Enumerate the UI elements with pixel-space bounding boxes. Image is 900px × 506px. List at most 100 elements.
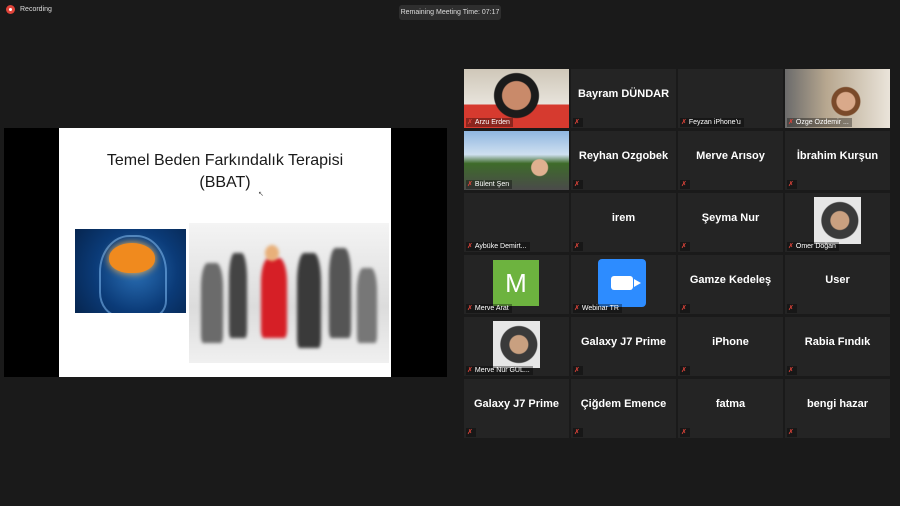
participant-tile[interactable]: Gamze Kedeleş ✗ <box>678 255 783 314</box>
participant-display-name: İbrahim Kurşun <box>796 149 879 162</box>
slide-title: Temel Beden Farkındalık Terapisi (BBAT) <box>59 150 391 194</box>
participant-tile[interactable]: ✗ Ömer Doğan <box>785 193 890 252</box>
participant-name: Özge Özdemir ... <box>795 119 849 126</box>
participant-name: Arzu Erden <box>474 119 510 126</box>
participant-tile[interactable]: fatma ✗ <box>678 379 783 438</box>
muted-mic-icon: ✗ <box>574 305 580 312</box>
participant-tile[interactable]: ✗ Aybüke Demirt... <box>464 193 569 252</box>
participant-display-name: Galaxy J7 Prime <box>473 397 559 410</box>
participant-avatar <box>814 197 861 244</box>
participant-name: Merve Nur GÜL... <box>474 367 530 374</box>
recording-label: Recording <box>20 6 52 13</box>
muted-mic-icon: ✗ <box>574 367 580 374</box>
participant-label: ✗ Merve Nur GÜL... <box>466 366 533 375</box>
recording-indicator[interactable]: Recording <box>6 5 52 14</box>
muted-mic-icon: ✗ <box>681 119 687 126</box>
muted-mic-icon: ✗ <box>788 367 794 374</box>
participant-tile[interactable]: Galaxy J7 Prime ✗ <box>464 379 569 438</box>
mouse-cursor-icon: ↖ <box>258 191 264 198</box>
participant-name: Aybüke Demirt... <box>474 243 527 250</box>
participant-tile[interactable]: M ✗ Merve Arat <box>464 255 569 314</box>
participant-avatar: M <box>493 260 539 306</box>
participant-display-name: Şeyma Nur <box>701 211 760 224</box>
participant-label: ✗ <box>680 242 690 251</box>
muted-mic-icon: ✗ <box>788 429 794 436</box>
muted-mic-icon: ✗ <box>788 181 794 188</box>
participant-tile[interactable]: ✗ Özge Özdemir ... <box>785 69 890 128</box>
participant-tile[interactable]: Rabia Fındık ✗ <box>785 317 890 376</box>
participant-display-name: bengi hazar <box>806 397 869 410</box>
participant-tile[interactable]: ✗ Bülent Şen <box>464 131 569 190</box>
participant-label: ✗ Ömer Doğan <box>787 242 839 251</box>
participant-name: Bülent Şen <box>474 181 510 188</box>
participant-gallery: ✗ Arzu Erden Bayram DÜNDAR ✗ ✗ Feyzan iPhone'… <box>464 69 890 438</box>
participant-label: ✗ <box>787 428 797 437</box>
participant-label: ✗ <box>573 366 583 375</box>
participant-display-name: User <box>825 273 850 286</box>
muted-mic-icon: ✗ <box>467 305 473 312</box>
muted-mic-icon: ✗ <box>681 429 687 436</box>
participant-tile[interactable]: ✗ Feyzan iPhone'u <box>678 69 783 128</box>
muted-mic-icon: ✗ <box>574 119 580 126</box>
participant-display-name: Rabia Fındık <box>804 335 871 348</box>
participant-display-name: Galaxy J7 Prime <box>580 335 666 348</box>
participant-tile[interactable]: ✗ Merve Nur GÜL... <box>464 317 569 376</box>
participant-label: ✗ <box>680 428 690 437</box>
muted-mic-icon: ✗ <box>574 429 580 436</box>
muted-mic-icon: ✗ <box>681 181 687 188</box>
participant-display-name: Çiğdem Emence <box>580 397 667 410</box>
participant-label: ✗ <box>787 180 797 189</box>
participant-label: ✗ Merve Arat <box>466 304 512 313</box>
brain-image <box>75 229 186 313</box>
presentation-slide: Temel Beden Farkındalık Terapisi (BBAT) … <box>59 128 391 377</box>
participant-name: Feyzan iPhone'u <box>688 119 741 126</box>
muted-mic-icon: ✗ <box>681 243 687 250</box>
participant-tile[interactable]: Merve Arısoy ✗ <box>678 131 783 190</box>
participant-tile[interactable]: bengi hazar ✗ <box>785 379 890 438</box>
participant-tile[interactable]: irem ✗ <box>571 193 676 252</box>
participant-label: ✗ <box>573 242 583 251</box>
participant-tile[interactable]: İbrahim Kurşun ✗ <box>785 131 890 190</box>
participant-tile[interactable]: Galaxy J7 Prime ✗ <box>571 317 676 376</box>
muted-mic-icon: ✗ <box>788 305 794 312</box>
screen-share: Temel Beden Farkındalık Terapisi (BBAT) … <box>4 128 447 377</box>
participant-tile[interactable]: ✗ Webinar TR <box>571 255 676 314</box>
slide-title-line1: Temel Beden Farkındalık Terapisi <box>106 152 344 169</box>
muted-mic-icon: ✗ <box>467 429 473 436</box>
participant-tile[interactable]: User ✗ <box>785 255 890 314</box>
crowd-image <box>189 223 389 363</box>
participant-tile[interactable]: Şeyma Nur ✗ <box>678 193 783 252</box>
participant-tile[interactable]: ✗ Arzu Erden <box>464 69 569 128</box>
participant-display-name: iPhone <box>712 335 749 348</box>
participant-display-name: fatma <box>715 397 746 410</box>
participant-tile[interactable]: Bayram DÜNDAR ✗ <box>571 69 676 128</box>
record-icon <box>6 5 15 14</box>
muted-mic-icon: ✗ <box>467 243 473 250</box>
participant-display-name: Reyhan Ozgobek <box>578 149 669 162</box>
muted-mic-icon: ✗ <box>681 367 687 374</box>
meeting-timer: Remaining Meeting Time: 07:17 <box>399 5 501 20</box>
participant-label: ✗ Aybüke Demirt... <box>466 242 530 251</box>
muted-mic-icon: ✗ <box>467 119 473 126</box>
muted-mic-icon: ✗ <box>788 119 794 126</box>
participant-label: ✗ <box>680 366 690 375</box>
participant-display-name: Bayram DÜNDAR <box>577 87 670 100</box>
muted-mic-icon: ✗ <box>574 243 580 250</box>
slide-title-line2: (BBAT) <box>199 174 251 191</box>
participant-label: ✗ Bülent Şen <box>466 180 513 189</box>
participant-label: ✗ Webinar TR <box>573 304 622 313</box>
participant-display-name: irem <box>611 211 636 224</box>
participant-label: ✗ Arzu Erden <box>466 118 513 127</box>
muted-mic-icon: ✗ <box>788 243 794 250</box>
participant-display-name: Merve Arısoy <box>696 149 765 162</box>
participant-label: ✗ Özge Özdemir ... <box>787 118 852 127</box>
participant-tile[interactable]: iPhone ✗ <box>678 317 783 376</box>
participant-tile[interactable]: Reyhan Ozgobek ✗ <box>571 131 676 190</box>
participant-tile[interactable]: Çiğdem Emence ✗ <box>571 379 676 438</box>
participant-label: ✗ <box>573 180 583 189</box>
participant-label: ✗ <box>466 428 476 437</box>
participant-label: ✗ <box>573 118 583 127</box>
participant-name: Webinar TR <box>581 305 619 312</box>
participant-label: ✗ <box>573 428 583 437</box>
participant-avatar <box>493 321 540 368</box>
